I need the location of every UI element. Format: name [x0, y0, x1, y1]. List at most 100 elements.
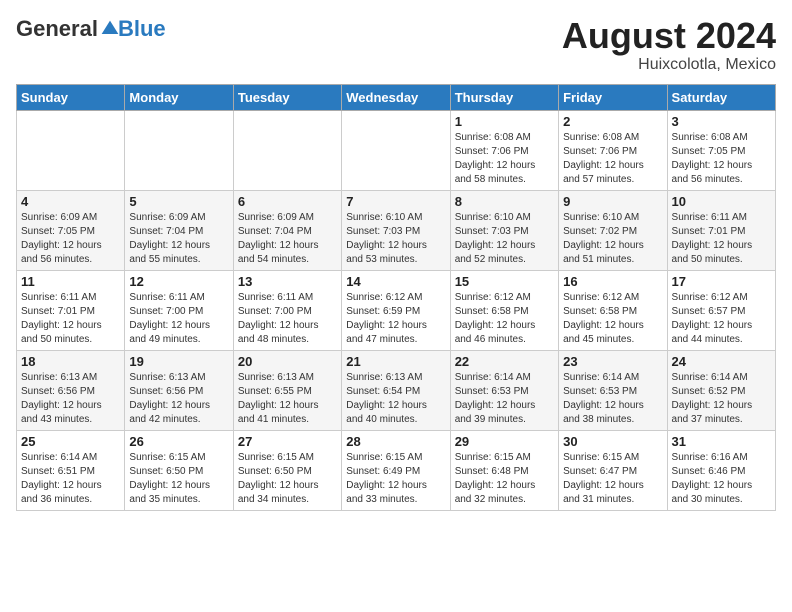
- logo-icon: [100, 19, 120, 39]
- day-info: Sunrise: 6:16 AM Sunset: 6:46 PM Dayligh…: [672, 451, 771, 507]
- day-cell: 17 Sunrise: 6:12 AM Sunset: 6:57 PM Dayli…: [667, 270, 775, 350]
- week-row-2: 11Sunrise: 6:11 AM Sunset: 7:01 PM Dayli…: [17, 270, 776, 350]
- day-number: 10: [672, 194, 771, 209]
- day-number: 20: [238, 354, 337, 369]
- day-cell: 2 Sunrise: 6:08 AM Sunset: 7:06 PM Daylig…: [559, 110, 667, 190]
- day-number: 3: [672, 114, 771, 129]
- day-cell: [17, 110, 125, 190]
- day-cell: 9 Sunrise: 6:10 AM Sunset: 7:02 PM Daylig…: [559, 190, 667, 270]
- day-number: 31: [672, 434, 771, 449]
- day-info: Sunrise: 6:15 AM Sunset: 6:50 PM Dayligh…: [129, 451, 228, 507]
- day-info: Sunrise: 6:14 AM Sunset: 6:51 PM Dayligh…: [21, 451, 120, 507]
- day-number: 11: [21, 274, 120, 289]
- day-cell: 20 Sunrise: 6:13 AM Sunset: 6:55 PM Dayli…: [233, 350, 341, 430]
- day-info: Sunrise: 6:08 AM Sunset: 7:05 PM Dayligh…: [672, 131, 771, 187]
- day-info: Sunrise: 6:09 AM Sunset: 7:04 PM Dayligh…: [129, 211, 228, 267]
- day-number: 23: [563, 354, 662, 369]
- day-number: 7: [346, 194, 445, 209]
- day-cell: 28 Sunrise: 6:15 AM Sunset: 6:49 PM Dayli…: [342, 430, 450, 510]
- day-cell: 23Sunrise: 6:14 AM Sunset: 6:53 PM Dayli…: [559, 350, 667, 430]
- day-number: 15: [455, 274, 554, 289]
- day-number: 9: [563, 194, 662, 209]
- week-row-3: 18 Sunrise: 6:13 AM Sunset: 6:56 PM Dayli…: [17, 350, 776, 430]
- day-number: 29: [455, 434, 554, 449]
- day-info: Sunrise: 6:15 AM Sunset: 6:48 PM Dayligh…: [455, 451, 554, 507]
- day-cell: 30Sunrise: 6:15 AM Sunset: 6:47 PM Dayli…: [559, 430, 667, 510]
- day-number: 21: [346, 354, 445, 369]
- day-info: Sunrise: 6:13 AM Sunset: 6:54 PM Dayligh…: [346, 371, 445, 427]
- day-cell: 1 Sunrise: 6:08 AM Sunset: 7:06 PM Daylig…: [450, 110, 558, 190]
- day-cell: 26 Sunrise: 6:15 AM Sunset: 6:50 PM Dayli…: [125, 430, 233, 510]
- day-cell: 6Sunrise: 6:09 AM Sunset: 7:04 PM Daylig…: [233, 190, 341, 270]
- day-cell: 24Sunrise: 6:14 AM Sunset: 6:52 PM Dayli…: [667, 350, 775, 430]
- day-number: 22: [455, 354, 554, 369]
- day-cell: 10 Sunrise: 6:11 AM Sunset: 7:01 PM Dayli…: [667, 190, 775, 270]
- day-info: Sunrise: 6:12 AM Sunset: 6:58 PM Dayligh…: [455, 291, 554, 347]
- day-cell: [125, 110, 233, 190]
- day-info: Sunrise: 6:11 AM Sunset: 7:01 PM Dayligh…: [672, 211, 771, 267]
- day-number: 28: [346, 434, 445, 449]
- day-number: 4: [21, 194, 120, 209]
- day-info: Sunrise: 6:10 AM Sunset: 7:03 PM Dayligh…: [455, 211, 554, 267]
- day-cell: 14Sunrise: 6:12 AM Sunset: 6:59 PM Dayli…: [342, 270, 450, 350]
- location: Huixcolotla, Mexico: [562, 56, 776, 74]
- day-cell: 19 Sunrise: 6:13 AM Sunset: 6:56 PM Dayli…: [125, 350, 233, 430]
- day-cell: 27 Sunrise: 6:15 AM Sunset: 6:50 PM Dayli…: [233, 430, 341, 510]
- day-info: Sunrise: 6:09 AM Sunset: 7:05 PM Dayligh…: [21, 211, 120, 267]
- day-info: Sunrise: 6:13 AM Sunset: 6:56 PM Dayligh…: [21, 371, 120, 427]
- day-info: Sunrise: 6:10 AM Sunset: 7:02 PM Dayligh…: [563, 211, 662, 267]
- day-cell: 29 Sunrise: 6:15 AM Sunset: 6:48 PM Dayli…: [450, 430, 558, 510]
- day-info: Sunrise: 6:09 AM Sunset: 7:04 PM Dayligh…: [238, 211, 337, 267]
- weekday-header-thursday: Thursday: [450, 84, 558, 110]
- week-row-1: 4 Sunrise: 6:09 AM Sunset: 7:05 PM Daylig…: [17, 190, 776, 270]
- day-number: 13: [238, 274, 337, 289]
- day-cell: 25 Sunrise: 6:14 AM Sunset: 6:51 PM Dayli…: [17, 430, 125, 510]
- day-info: Sunrise: 6:15 AM Sunset: 6:49 PM Dayligh…: [346, 451, 445, 507]
- day-info: Sunrise: 6:08 AM Sunset: 7:06 PM Dayligh…: [563, 131, 662, 187]
- day-number: 27: [238, 434, 337, 449]
- weekday-header-monday: Monday: [125, 84, 233, 110]
- logo-general: General: [16, 16, 98, 42]
- weekday-header-tuesday: Tuesday: [233, 84, 341, 110]
- day-cell: 15 Sunrise: 6:12 AM Sunset: 6:58 PM Dayli…: [450, 270, 558, 350]
- day-number: 14: [346, 274, 445, 289]
- day-info: Sunrise: 6:14 AM Sunset: 6:53 PM Dayligh…: [455, 371, 554, 427]
- page-header: General Blue August 2024 Huixcolotla, Me…: [16, 16, 776, 74]
- day-number: 24: [672, 354, 771, 369]
- day-number: 16: [563, 274, 662, 289]
- title-block: August 2024 Huixcolotla, Mexico: [562, 16, 776, 74]
- weekday-header-wednesday: Wednesday: [342, 84, 450, 110]
- day-info: Sunrise: 6:12 AM Sunset: 6:57 PM Dayligh…: [672, 291, 771, 347]
- day-number: 2: [563, 114, 662, 129]
- day-number: 25: [21, 434, 120, 449]
- day-cell: 16 Sunrise: 6:12 AM Sunset: 6:58 PM Dayli…: [559, 270, 667, 350]
- day-info: Sunrise: 6:08 AM Sunset: 7:06 PM Dayligh…: [455, 131, 554, 187]
- day-info: Sunrise: 6:13 AM Sunset: 6:56 PM Dayligh…: [129, 371, 228, 427]
- day-number: 5: [129, 194, 228, 209]
- day-cell: 12Sunrise: 6:11 AM Sunset: 7:00 PM Dayli…: [125, 270, 233, 350]
- day-number: 26: [129, 434, 228, 449]
- day-number: 18: [21, 354, 120, 369]
- day-number: 17: [672, 274, 771, 289]
- day-cell: 31 Sunrise: 6:16 AM Sunset: 6:46 PM Dayli…: [667, 430, 775, 510]
- day-info: Sunrise: 6:15 AM Sunset: 6:50 PM Dayligh…: [238, 451, 337, 507]
- day-cell: 11Sunrise: 6:11 AM Sunset: 7:01 PM Dayli…: [17, 270, 125, 350]
- day-cell: 3 Sunrise: 6:08 AM Sunset: 7:05 PM Daylig…: [667, 110, 775, 190]
- day-info: Sunrise: 6:13 AM Sunset: 6:55 PM Dayligh…: [238, 371, 337, 427]
- day-cell: 7Sunrise: 6:10 AM Sunset: 7:03 PM Daylig…: [342, 190, 450, 270]
- weekday-header-sunday: Sunday: [17, 84, 125, 110]
- day-number: 1: [455, 114, 554, 129]
- day-cell: [233, 110, 341, 190]
- day-info: Sunrise: 6:11 AM Sunset: 7:00 PM Dayligh…: [238, 291, 337, 347]
- day-cell: 13 Sunrise: 6:11 AM Sunset: 7:00 PM Dayli…: [233, 270, 341, 350]
- weekday-header-friday: Friday: [559, 84, 667, 110]
- day-cell: 22 Sunrise: 6:14 AM Sunset: 6:53 PM Dayli…: [450, 350, 558, 430]
- week-row-4: 25 Sunrise: 6:14 AM Sunset: 6:51 PM Dayli…: [17, 430, 776, 510]
- day-cell: 18 Sunrise: 6:13 AM Sunset: 6:56 PM Dayli…: [17, 350, 125, 430]
- day-cell: 8Sunrise: 6:10 AM Sunset: 7:03 PM Daylig…: [450, 190, 558, 270]
- weekday-header-saturday: Saturday: [667, 84, 775, 110]
- day-cell: [342, 110, 450, 190]
- day-number: 19: [129, 354, 228, 369]
- week-row-0: 1 Sunrise: 6:08 AM Sunset: 7:06 PM Daylig…: [17, 110, 776, 190]
- day-info: Sunrise: 6:12 AM Sunset: 6:58 PM Dayligh…: [563, 291, 662, 347]
